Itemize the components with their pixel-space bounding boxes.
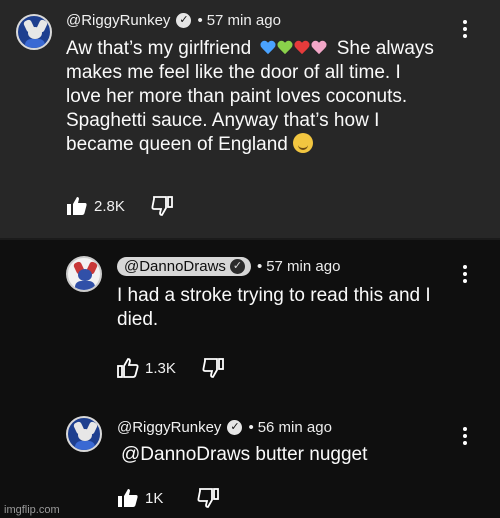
comment-line: makes me feel like the door of all time.… [66,62,401,83]
divider [0,238,500,240]
like-count: 2.8K [94,197,125,215]
username[interactable]: @RiggyRunkey [66,12,170,29]
thumbs-up-icon[interactable] [117,358,139,378]
separator: • [256,258,263,275]
red-heart-icon [294,41,310,55]
pink-heart-icon [311,41,327,55]
thumbs-down-icon[interactable] [202,358,224,378]
username[interactable]: @RiggyRunkey [117,419,221,436]
thumbs-down-icon[interactable] [197,488,220,508]
relieved-face-icon [293,133,314,153]
blue-heart-icon [260,41,276,55]
timestamp[interactable]: 57 min ago [207,12,281,29]
comment-line: Aw that’s my girlfriend She always [66,38,434,59]
verified-check-icon: ✓ [227,420,243,435]
timestamp[interactable]: 56 min ago [258,419,332,436]
separator: • [197,12,203,29]
green-heart-icon [277,41,293,55]
more-vertical-icon[interactable] [463,427,467,448]
avatar[interactable] [66,256,102,292]
thumbs-down-icon[interactable] [151,196,173,216]
like-count: 1.3K [145,359,176,377]
comment-line: Spaghetti sauce. Anyway that’s how I [66,110,380,131]
more-vertical-icon[interactable] [463,265,467,286]
comment-meta: @RiggyRunkey ✓ • 56 min ago [117,419,332,436]
comment-actions: 1K [117,488,220,508]
comment-line: @DannoDraws butter nugget [121,444,368,465]
comment-text: @DannoDraws butter nugget [121,443,367,467]
comment-meta: @RiggyRunkey ✓ • 57 min ago [66,12,281,29]
comment-text: Aw that’s my girlfriend She always makes… [66,37,434,157]
comment-text: I had a stroke trying to read this and I… [117,284,431,332]
verified-check-icon: ✓ [229,259,245,274]
thumbs-up-icon[interactable] [117,488,139,508]
comment-line: died. [117,309,159,330]
timestamp[interactable]: 57 min ago [266,258,340,275]
comment-actions: 1.3K [117,358,224,378]
watermark: imgflip.com [4,504,60,516]
comment-line: became queen of England [66,133,434,157]
separator: • [248,419,254,436]
verified-check-icon: ✓ [176,13,192,28]
avatar[interactable] [16,14,52,50]
comment-meta: @DannoDraws ✓ • 57 min ago [117,257,340,276]
comment-line: love her more than paint loves coconuts. [66,86,408,107]
comment-actions: 2.8K [66,196,173,216]
avatar[interactable] [66,416,102,452]
username[interactable]: @DannoDraws ✓ [117,257,251,276]
thumbs-up-icon[interactable] [66,196,88,216]
comment-line: I had a stroke trying to read this and I [117,285,431,306]
more-vertical-icon[interactable] [463,20,467,41]
like-count: 1K [145,489,164,507]
